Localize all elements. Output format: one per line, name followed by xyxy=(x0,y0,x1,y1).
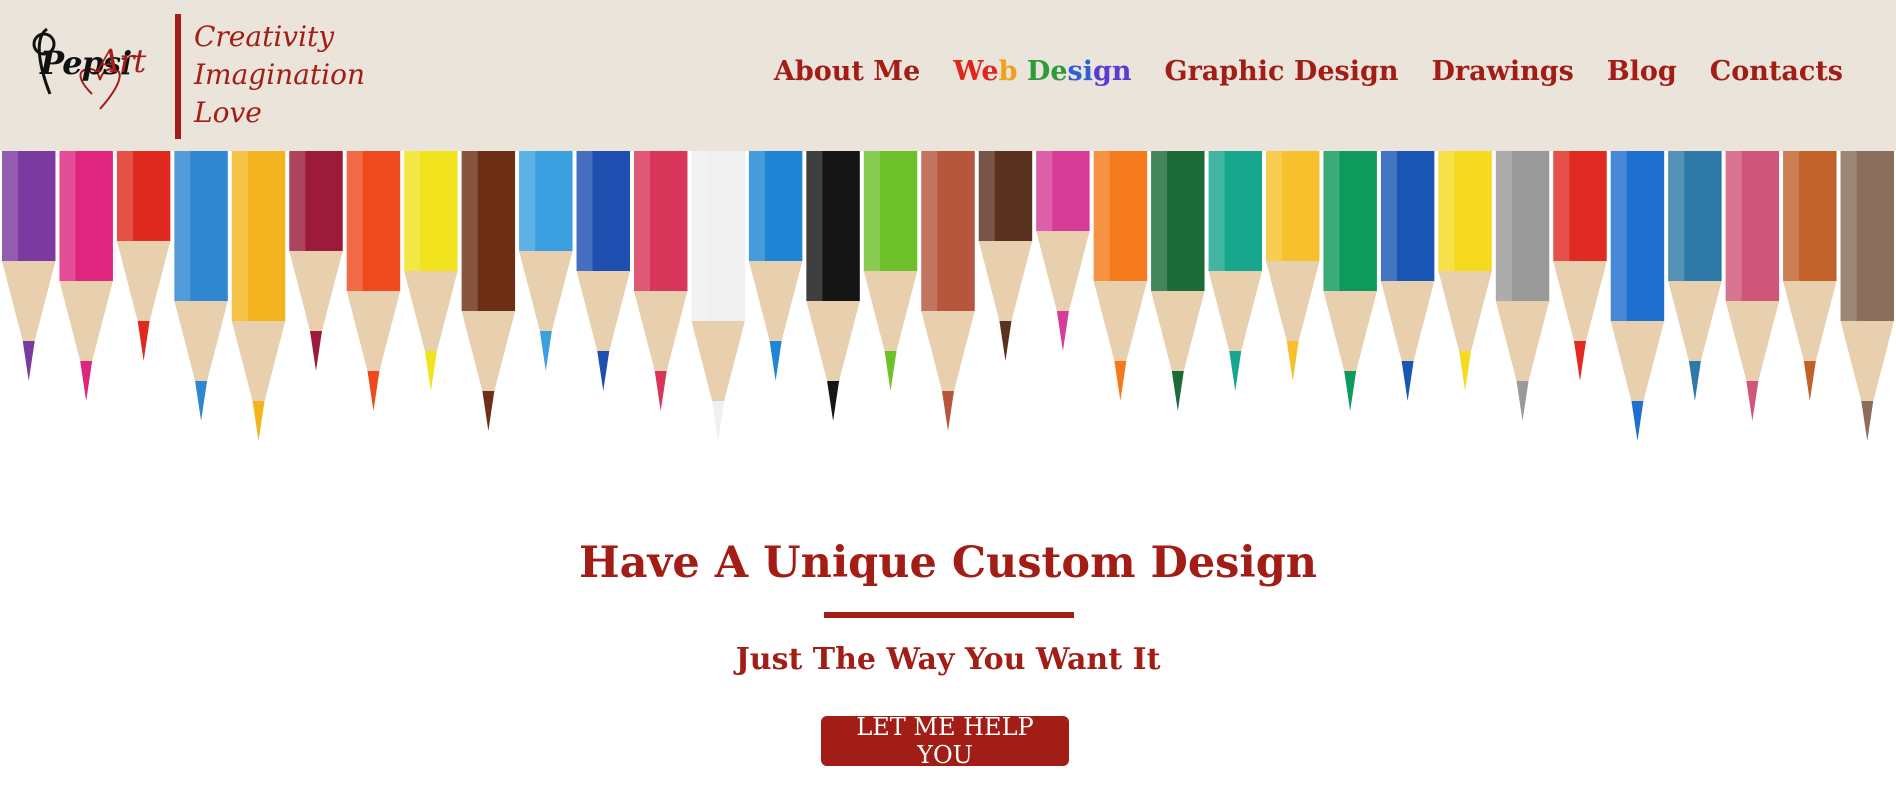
pencil xyxy=(461,151,516,431)
pencil xyxy=(59,151,113,401)
pencil xyxy=(1668,151,1722,401)
pencil xyxy=(1553,151,1607,381)
pencil xyxy=(634,151,688,411)
pencil xyxy=(1266,151,1320,381)
brand-name-right: Art xyxy=(97,42,146,80)
pencil xyxy=(2,151,56,381)
pencil xyxy=(519,151,573,371)
hero-subtitle: Just The Way You Want It xyxy=(735,642,1161,677)
nav-item-blog[interactable]: Blog xyxy=(1607,56,1677,87)
pencil xyxy=(346,151,401,411)
pencil xyxy=(289,151,343,371)
pencil xyxy=(748,151,803,381)
nav-item-contacts[interactable]: Contacts xyxy=(1710,56,1843,87)
pencil xyxy=(174,151,228,421)
pencil xyxy=(978,151,1033,361)
hero-title: Have A Unique Custom Design xyxy=(578,538,1318,588)
pencil xyxy=(1840,151,1894,441)
site-header: Pepsi Art Creativity Imagination Love Ab… xyxy=(0,0,1896,151)
logo-divider xyxy=(175,14,181,139)
nav-item-web-design[interactable]: Web Design xyxy=(953,56,1131,87)
let-me-help-you-button[interactable]: LET ME HELP YOU xyxy=(821,713,1069,769)
pencil xyxy=(1323,151,1377,411)
pencil xyxy=(1495,151,1550,421)
pencil xyxy=(1610,151,1665,441)
pencil xyxy=(1093,151,1148,401)
hero-divider xyxy=(824,612,1074,618)
pencil xyxy=(806,151,860,421)
pencil xyxy=(1783,151,1837,401)
nav-item-graphic-design[interactable]: Graphic Design xyxy=(1165,56,1399,87)
pencil xyxy=(1380,151,1435,401)
main-nav: About Me Web Design Graphic Design Drawi… xyxy=(774,56,1843,87)
pencil xyxy=(921,151,975,431)
pencil xyxy=(576,151,630,391)
pencil xyxy=(1151,151,1205,411)
tagline-word: Creativity xyxy=(194,20,335,53)
pencil xyxy=(404,151,458,391)
pencil xyxy=(231,151,286,441)
colored-pencils-image xyxy=(2,151,1894,441)
pencil xyxy=(1438,151,1492,391)
pencil xyxy=(863,151,918,391)
tagline-word: Love xyxy=(194,96,262,129)
tagline-word: Imagination xyxy=(194,58,366,91)
pencil xyxy=(1208,151,1262,391)
nav-item-about[interactable]: About Me xyxy=(774,56,920,87)
pencil-banner xyxy=(0,151,1896,506)
site-logo[interactable]: Pepsi Art Creativity Imagination Love xyxy=(22,14,365,139)
nav-item-drawings[interactable]: Drawings xyxy=(1431,56,1573,87)
pencil xyxy=(1036,151,1090,351)
pencil xyxy=(1725,151,1780,421)
pencil xyxy=(116,151,171,361)
pencil xyxy=(691,151,745,441)
brand-tagline: Creativity Imagination Love xyxy=(194,18,365,132)
